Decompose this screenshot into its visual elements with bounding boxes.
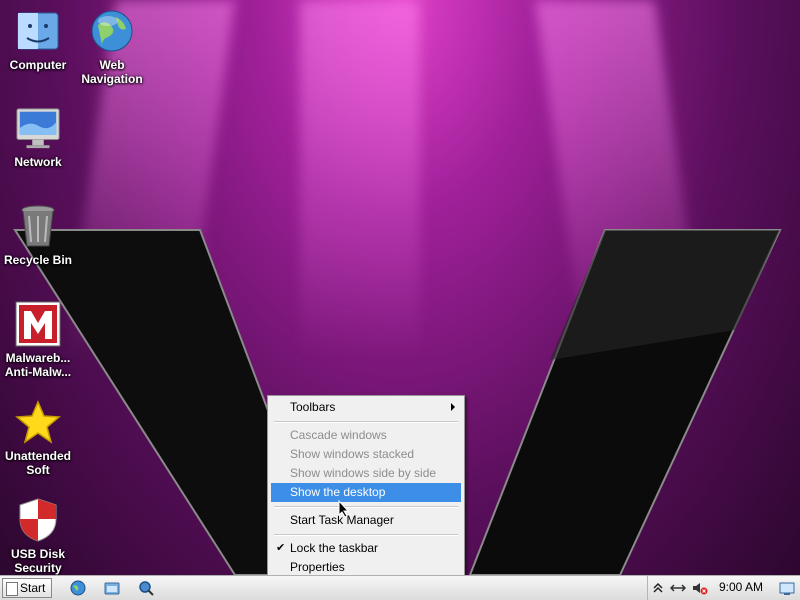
menu-separator — [274, 506, 458, 508]
desktop-icon-label: USB Disk Security — [10, 547, 66, 575]
start-icon — [6, 582, 18, 596]
trash-icon — [15, 203, 61, 249]
volume-muted-icon[interactable] — [692, 580, 708, 596]
desktop-icon-label: Recycle Bin — [3, 253, 73, 267]
start-button[interactable]: Start — [2, 578, 52, 598]
globe-icon[interactable] — [70, 580, 86, 596]
menu-item-label: Show windows side by side — [290, 466, 437, 480]
star-icon — [15, 399, 61, 445]
desktop-icon-recycle-bin[interactable]: Recycle Bin — [0, 203, 76, 267]
menu-item-show-windows-side-by-side: Show windows side by side — [271, 464, 461, 483]
menu-item-label: Lock the taskbar — [290, 541, 379, 555]
menu-item-label: Toolbars — [290, 400, 336, 414]
start-label: Start — [20, 581, 46, 595]
menu-item-cascade-windows: Cascade windows — [271, 426, 461, 445]
menu-item-lock-the-taskbar[interactable]: ✔ Lock the taskbar — [271, 539, 461, 558]
malwarebytes-icon — [15, 301, 61, 347]
system-tray: 9:00 AM — [647, 576, 800, 600]
menu-separator — [274, 421, 458, 423]
globe-icon — [89, 8, 135, 54]
desktop-icon-unattended-soft[interactable]: Unattended Soft — [0, 399, 76, 477]
mouse-cursor-icon — [338, 500, 350, 518]
submenu-arrow-icon — [451, 403, 455, 411]
menu-item-label: Properties — [290, 560, 345, 574]
menu-item-show-the-desktop[interactable]: Show the desktop — [271, 483, 461, 502]
menu-item-toolbars[interactable]: Toolbars — [271, 398, 461, 417]
shield-icon — [15, 497, 61, 543]
desktop-icon-label: Computer — [9, 58, 67, 72]
folder-icon[interactable] — [104, 580, 120, 596]
desktop-icon-usb-disk-security[interactable]: USB Disk Security — [0, 497, 76, 575]
clock[interactable]: 9:00 AM — [719, 580, 763, 594]
desktop-icon-malwarebytes[interactable]: Malwareb... Anti-Malw... — [0, 301, 76, 379]
desktop-icon-label: Malwareb... Anti-Malw... — [4, 351, 72, 379]
monitor-icon — [15, 105, 61, 151]
search-icon[interactable] — [138, 580, 154, 596]
desktop-icon-label: Unattended Soft — [5, 449, 71, 477]
menu-item-start-task-manager[interactable]: Start Task Manager — [271, 511, 461, 530]
desktop-icon-computer[interactable]: Computer — [0, 8, 76, 72]
menu-separator — [274, 534, 458, 536]
desktop-icon-label: Web Navigation — [81, 58, 143, 86]
taskbar-context-menu: Toolbars Cascade windows Show windows st… — [267, 395, 465, 579]
chevron-up-icon[interactable] — [650, 580, 666, 596]
desktop-icon-web-navigation[interactable]: Web Navigation — [74, 8, 150, 86]
checkmark-icon: ✔ — [276, 542, 286, 554]
show-desktop-icon[interactable] — [779, 580, 795, 596]
menu-item-label: Show windows stacked — [290, 447, 415, 461]
desktop-icon-network[interactable]: Network — [0, 105, 76, 169]
menu-item-label: Show the desktop — [290, 485, 386, 499]
taskbar: Start 9:00 AM — [0, 575, 800, 600]
menu-item-label: Cascade windows — [290, 428, 387, 442]
menu-item-show-windows-stacked: Show windows stacked — [271, 445, 461, 464]
finder-computer-icon — [15, 8, 61, 54]
network-icon[interactable] — [670, 580, 686, 596]
desktop-icon-label: Network — [14, 155, 62, 169]
